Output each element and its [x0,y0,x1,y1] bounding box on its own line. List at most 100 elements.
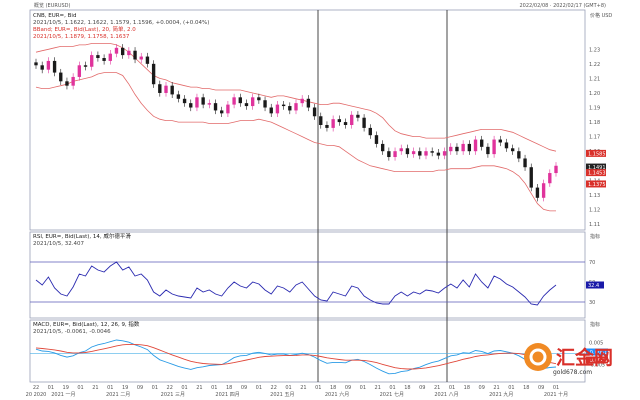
candle-body [232,97,236,105]
candle-body [281,104,286,107]
macd-unit: 指标 [590,321,600,328]
candle-body [473,139,478,152]
candle-body [424,151,428,156]
candle-body [164,85,168,93]
candle-body [331,119,335,128]
candle-body [96,55,100,59]
candle-body [436,152,441,156]
candle-body [350,114,354,125]
candle-body [151,63,156,85]
x-tick-label: 18 [330,385,336,391]
candle-body [300,98,304,104]
x-tick-label: 09 [538,385,544,391]
candle-body [170,85,174,95]
candle-body [226,104,230,114]
candle-body [325,124,329,128]
candle-body [343,122,348,125]
price-tag-label: 1.1453 [588,171,606,177]
candle-body [374,135,379,144]
x-tick-label: 21 [196,385,202,391]
candle-body [306,98,311,108]
candle-body [510,148,515,152]
x-tick-label: 01 [360,385,366,391]
x-tick-label: 09 [479,385,485,391]
price-tick-label: 1.19 [589,106,600,112]
candle-body [90,55,94,67]
x-tick-label: 01 [315,385,321,391]
candle-body [504,142,509,149]
x-tick-label: 01 [181,385,187,391]
candle-body [387,151,391,158]
x-tick-label: 01 [508,385,514,391]
x-period-label: 2021 九月 [489,391,513,398]
candle-body [442,151,447,156]
candle-body [263,100,267,108]
candle-body [337,119,342,123]
candle-body [269,107,273,114]
x-tick-label: 18 [404,385,410,391]
x-period-label: 2021 一月 [51,392,75,398]
price-title: CNB, EUR=, Bid [33,13,76,19]
price-tick-label: 1.11 [589,222,600,228]
candle-body [189,103,193,108]
candle-body [108,53,112,61]
candle-body [182,98,187,104]
x-tick-label: 21 [493,385,499,391]
price-tick-label: 1.23 [589,47,600,53]
x-tick-label: 01 [553,385,559,391]
candle-body [356,114,360,118]
candle-body [517,151,521,159]
candle-body [418,151,422,156]
header-left: 概览 (EURUSD) [34,2,71,9]
x-tick-label: 01 [48,385,54,391]
macd-line1: 2021/10/5, -0.0061, -0.0046 [33,329,111,335]
x-tick-label: 18 [464,385,470,391]
x-tick-label: 21 [92,385,98,391]
candle-body [220,110,224,114]
price-line3: 2021/10/5, 1.1879, 1.1758, 1.1637 [33,34,130,40]
candle-body [176,94,181,99]
candle-body [120,47,125,56]
candle-body [145,56,150,64]
price-axis-ticks: 1.231.221.211.201.191.181.171.161.151.14… [589,47,600,228]
candle-body [498,139,502,143]
candle-body [257,97,261,101]
candle-body [158,84,162,93]
x-tick-label: 09 [241,385,247,391]
candle-body [430,151,434,153]
header-right: 2022/02/08 · 2022/02/17 (GMT+8) [519,3,606,9]
candle-body [250,97,255,107]
candle-body [399,148,403,152]
rsi-tick-label: 30 [589,300,595,306]
x-tick-label: 21 [300,385,306,391]
candle-body [455,146,459,152]
x-period-label: 2021 十月 [544,391,568,398]
candle-body [411,151,416,155]
price-tag-label: 1.1585 [588,151,606,157]
rsi-line1: 2021/10/5, 32.407 [33,241,84,247]
candle-body [71,76,75,86]
price-tick-label: 1.20 [589,91,600,97]
x-tick-label: 21 [375,385,381,391]
x-tick-label: 01 [256,385,262,391]
candle-body [535,187,540,198]
candle-body [486,146,490,155]
x-tick-label: 19 [122,385,128,391]
x-axis: 22 01 19 01 21 01 19 09 01 22 01 21 01 18 09 01 22 01 21 01… [26,385,569,398]
x-tick-label: 01 [285,385,291,391]
candle-body [541,183,546,198]
x-tick-label: 01 [152,385,158,391]
x-tick-label: 18 [523,385,529,391]
rsi-title: RSI, EUR=, Bid(Last), 14, 威尔德平滑 [33,232,131,240]
candle-body [46,60,51,70]
rsi-tag-label: 32.4 [588,283,599,289]
candle-body [114,47,119,54]
candle-body [139,56,143,60]
price-tick-label: 1.13 [589,193,600,199]
candle-body [207,103,212,105]
x-tick-label: 09 [137,385,143,391]
x-tick-label: 22 [271,385,277,391]
candle-body [467,143,472,152]
x-period-label: 2021 七月 [380,391,404,398]
candle-body [213,103,218,111]
